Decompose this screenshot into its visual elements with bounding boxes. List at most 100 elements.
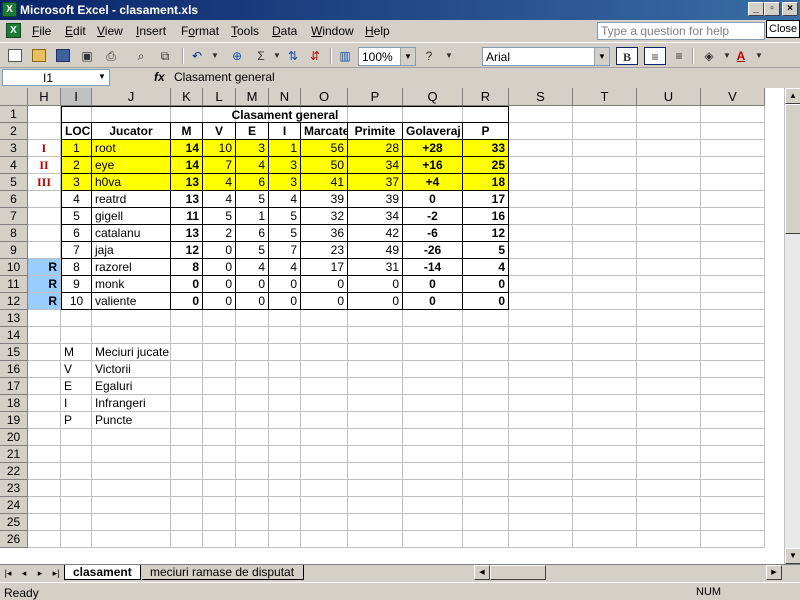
grid-cell[interactable]	[28, 429, 61, 446]
table-cell-i[interactable]: 4	[269, 191, 301, 208]
grid-cell[interactable]	[92, 310, 171, 327]
table-cell-player[interactable]: jaja	[92, 242, 171, 259]
table-cell-p[interactable]: 18	[463, 174, 509, 191]
table-cell-loc[interactable]: 5	[61, 208, 92, 225]
grid-cell[interactable]	[28, 361, 61, 378]
grid-cell[interactable]	[61, 446, 92, 463]
grid-cell[interactable]	[203, 463, 236, 480]
table-cell-i[interactable]: 0	[269, 293, 301, 310]
table-title[interactable]: Clasament general	[61, 106, 509, 123]
grid-cell[interactable]	[269, 412, 301, 429]
grid-cell[interactable]	[28, 531, 61, 548]
grid-cell[interactable]	[203, 327, 236, 344]
grid-cell[interactable]	[301, 378, 348, 395]
grid-cell[interactable]	[463, 463, 509, 480]
table-cell-e[interactable]: 4	[236, 259, 269, 276]
grid-cell[interactable]	[236, 327, 269, 344]
grid-cell[interactable]	[403, 327, 463, 344]
grid-cell[interactable]	[236, 412, 269, 429]
grid-cell[interactable]	[573, 259, 637, 276]
rank-marker[interactable]: III	[28, 174, 61, 191]
grid-cell[interactable]	[236, 531, 269, 548]
table-cell-player[interactable]: root	[92, 140, 171, 157]
grid-cell[interactable]	[301, 344, 348, 361]
grid-cell[interactable]	[573, 361, 637, 378]
table-cell-v[interactable]: 0	[203, 293, 236, 310]
row-header-14[interactable]: 14	[0, 327, 28, 344]
grid-cell[interactable]	[92, 497, 171, 514]
grid-cell[interactable]	[573, 140, 637, 157]
grid-cell[interactable]	[403, 395, 463, 412]
table-cell-p[interactable]: 16	[463, 208, 509, 225]
grid-cell[interactable]	[236, 446, 269, 463]
workbook-icon[interactable]: X	[6, 23, 21, 38]
table-cell-gol[interactable]: 0	[403, 276, 463, 293]
fill-color-icon[interactable]: ◈	[700, 47, 718, 65]
menu-view[interactable]: View	[97, 24, 123, 38]
column-header-i[interactable]: I	[61, 88, 92, 106]
row-header-18[interactable]: 18	[0, 395, 28, 412]
rank-marker[interactable]	[28, 208, 61, 225]
table-cell-e[interactable]: 1	[236, 208, 269, 225]
grid-cell[interactable]	[269, 463, 301, 480]
grid-cell[interactable]	[348, 378, 403, 395]
table-header-cell[interactable]: LOC	[61, 123, 92, 140]
column-header-j[interactable]: J	[92, 88, 171, 106]
grid-cell[interactable]	[701, 446, 765, 463]
column-header-v[interactable]: V	[701, 88, 765, 106]
table-cell-m[interactable]: 13	[171, 191, 203, 208]
grid-cell[interactable]	[301, 412, 348, 429]
grid-cell[interactable]	[509, 157, 573, 174]
grid-cell[interactable]	[509, 344, 573, 361]
grid-cell[interactable]	[573, 463, 637, 480]
table-cell-i[interactable]: 3	[269, 174, 301, 191]
table-cell-v[interactable]: 2	[203, 225, 236, 242]
table-header-cell[interactable]: Jucator	[92, 123, 171, 140]
grid-cell[interactable]	[637, 514, 701, 531]
grid-cell[interactable]	[573, 395, 637, 412]
legend-text[interactable]: Victorii	[92, 361, 236, 378]
grid-cell[interactable]	[573, 293, 637, 310]
menu-tools[interactable]: Tools	[231, 24, 259, 38]
table-cell-marcate[interactable]: 0	[301, 293, 348, 310]
grid-cell[interactable]	[403, 344, 463, 361]
table-cell-m[interactable]: 12	[171, 242, 203, 259]
table-cell-i[interactable]: 5	[269, 208, 301, 225]
table-cell-v[interactable]: 5	[203, 208, 236, 225]
grid-cell[interactable]	[637, 208, 701, 225]
grid-cell[interactable]	[701, 412, 765, 429]
table-cell-i[interactable]: 7	[269, 242, 301, 259]
table-cell-loc[interactable]: 10	[61, 293, 92, 310]
menu-help[interactable]: Help	[365, 24, 390, 38]
legend-text[interactable]: Infrangeri	[92, 395, 236, 412]
grid-cell[interactable]	[236, 395, 269, 412]
grid-cell[interactable]	[348, 463, 403, 480]
grid-cell[interactable]	[701, 480, 765, 497]
column-header-u[interactable]: U	[637, 88, 701, 106]
grid-cell[interactable]	[573, 531, 637, 548]
grid-cell[interactable]	[28, 310, 61, 327]
grid-cell[interactable]	[637, 174, 701, 191]
grid-cell[interactable]	[701, 157, 765, 174]
rank-marker[interactable]	[28, 225, 61, 242]
grid-cell[interactable]	[573, 344, 637, 361]
table-cell-v[interactable]: 0	[203, 276, 236, 293]
grid-cell[interactable]	[403, 463, 463, 480]
table-cell-m[interactable]: 11	[171, 208, 203, 225]
menu-file[interactable]: File	[32, 24, 51, 38]
grid-cell[interactable]	[637, 191, 701, 208]
grid-cell[interactable]	[573, 276, 637, 293]
grid-cell[interactable]	[301, 327, 348, 344]
table-cell-gol[interactable]: +16	[403, 157, 463, 174]
column-header-r[interactable]: R	[463, 88, 509, 106]
table-cell-gol[interactable]: -2	[403, 208, 463, 225]
table-cell-i[interactable]: 0	[269, 276, 301, 293]
row-header-12[interactable]: 12	[0, 293, 28, 310]
grid-cell[interactable]	[509, 191, 573, 208]
legend-text[interactable]: Egaluri	[92, 378, 236, 395]
grid-cell[interactable]	[701, 463, 765, 480]
grid-cell[interactable]	[171, 310, 203, 327]
row-header-21[interactable]: 21	[0, 446, 28, 463]
name-box-dropdown-icon[interactable]: ▼	[98, 72, 106, 81]
grid-cell[interactable]	[509, 429, 573, 446]
